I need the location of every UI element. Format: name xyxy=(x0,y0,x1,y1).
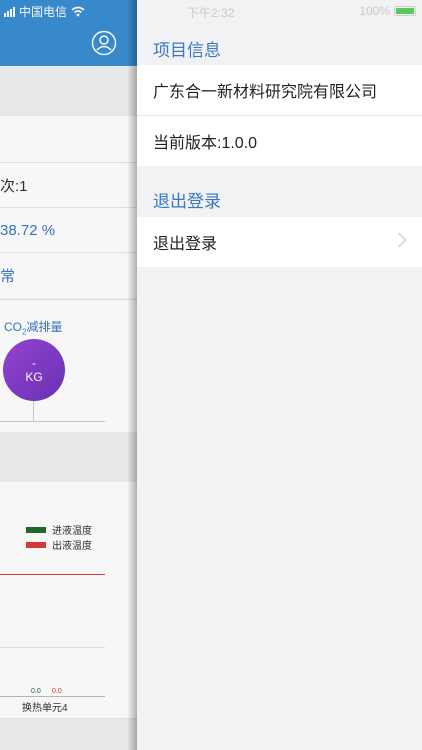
company-name: 广东合一新材料研究院有限公司 xyxy=(153,84,378,101)
settings-panel: 下午2:32 100% 项目信息 广东合一新材料研究院有限公司 当前版本:1.0… xyxy=(137,0,422,750)
logout-heading: 退出登录 xyxy=(153,192,221,211)
battery-icon xyxy=(394,6,416,16)
battery-indicator: 100% xyxy=(359,4,416,18)
battery-percent: 100% xyxy=(359,4,390,18)
background-app: 中国电信 次:1 38.72 % 常 CO2减排量 - KG 进液温度 出液温度… xyxy=(0,0,137,750)
status-bar: 下午2:32 100% xyxy=(137,0,422,22)
version-row: 当前版本:1.0.0 xyxy=(137,116,422,166)
chevron-right-icon xyxy=(391,232,407,248)
logout-button[interactable]: 退出登录 xyxy=(137,217,422,267)
project-info-heading: 项目信息 xyxy=(153,41,221,60)
company-name-row: 广东合一新材料研究院有限公司 xyxy=(137,65,422,115)
status-time: 下午2:32 xyxy=(187,6,235,20)
overlay-shade[interactable] xyxy=(0,0,137,750)
logout-label: 退出登录 xyxy=(153,236,218,253)
version-text: 当前版本:1.0.0 xyxy=(153,135,258,152)
